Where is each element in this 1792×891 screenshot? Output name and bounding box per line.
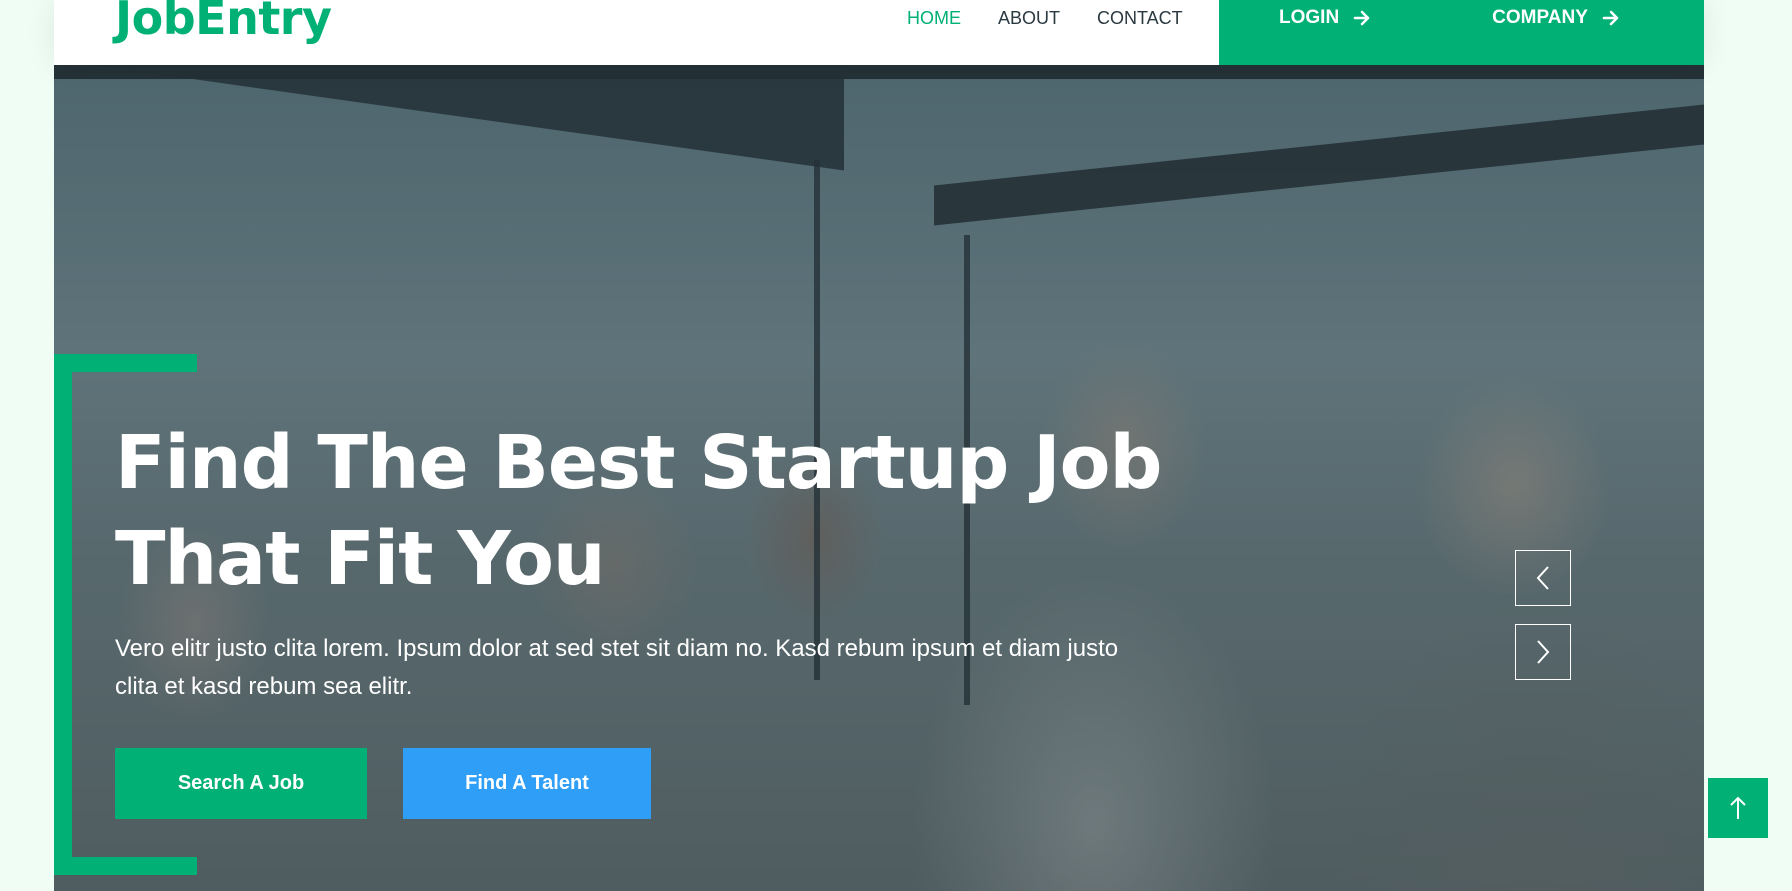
accent-frame-left (54, 354, 72, 875)
nav-about[interactable]: ABOUT (998, 8, 1060, 29)
company-label: COMPANY (1492, 7, 1588, 28)
accent-frame-bottom (54, 857, 197, 875)
nav-home[interactable]: HOME (907, 8, 961, 29)
chevron-left-icon (1536, 566, 1549, 590)
hero-carousel: Find The Best Startup Job That Fit You V… (54, 65, 1704, 891)
hero-description: Vero elitr justo clita lorem. Ipsum dolo… (115, 635, 1119, 700)
hero-title-line1: Find The Best Startup Job (115, 420, 1162, 506)
find-talent-button[interactable]: Find A Talent (403, 748, 651, 819)
accent-frame-top (54, 354, 197, 372)
nav-links: HOME ABOUT CONTACT (907, 0, 1220, 36)
arrow-right-icon (1602, 10, 1619, 26)
arrow-up-icon (1730, 796, 1746, 819)
navbar: JobEntry HOME ABOUT CONTACT LOGIN COMPAN… (54, 0, 1704, 65)
back-to-top-button[interactable] (1708, 778, 1768, 838)
search-job-button[interactable]: Search A Job (115, 748, 367, 819)
login-button[interactable]: LOGIN (1279, 0, 1371, 36)
arrow-right-icon (1353, 10, 1370, 26)
nav-cta-panel: LOGIN COMPANY (1219, 0, 1704, 65)
brand-logo[interactable]: JobEntry (115, 0, 332, 48)
chevron-right-icon (1537, 640, 1550, 664)
page-container: JobEntry HOME ABOUT CONTACT LOGIN COMPAN… (54, 0, 1704, 891)
nav-contact[interactable]: CONTACT (1097, 8, 1183, 29)
hero-title-line2: That Fit You (115, 516, 606, 602)
hero-title: Find The Best Startup Job That Fit You (115, 415, 1215, 607)
carousel-next-button[interactable] (1515, 624, 1571, 680)
login-label: LOGIN (1279, 7, 1340, 28)
carousel-prev-button[interactable] (1515, 550, 1571, 606)
company-button[interactable]: COMPANY (1492, 0, 1620, 36)
